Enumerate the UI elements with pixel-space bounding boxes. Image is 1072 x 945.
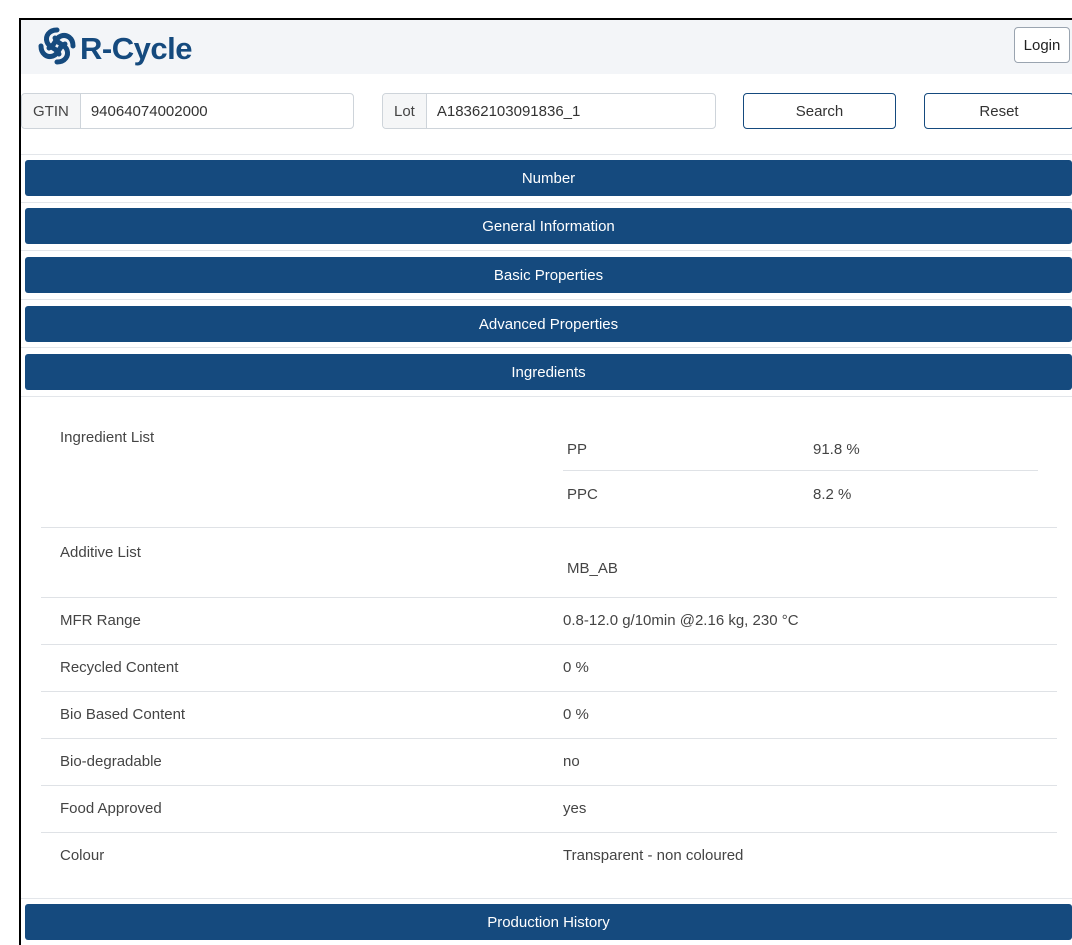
property-row-bio-degradable: Bio-degradable no <box>41 739 1057 786</box>
gtin-input-group: GTIN <box>21 93 354 129</box>
brand-name: R-Cycle <box>80 30 192 66</box>
page-frame: R-Cycle Login GTIN Lot Search Reset Numb… <box>0 0 1072 945</box>
reset-button[interactable]: Reset <box>924 93 1072 129</box>
property-label: Colour <box>60 847 105 864</box>
lot-input-group: Lot <box>382 93 716 129</box>
ingredient-name: PP <box>567 441 588 458</box>
ingredient-percent: 91.8 % <box>813 441 860 458</box>
ingredients-panel: Ingredient List PP 91.8 % PPC 8.2 % Addi… <box>41 410 1057 880</box>
ingredient-name: PPC <box>567 486 598 503</box>
section-divider <box>21 396 1072 397</box>
lot-input[interactable] <box>426 94 715 128</box>
section-advanced-properties-header[interactable]: Advanced Properties <box>25 306 1072 342</box>
ingredient-list-label: Ingredient List <box>60 429 155 446</box>
section-divider <box>21 250 1072 251</box>
search-button[interactable]: Search <box>743 93 896 129</box>
section-general-information-header[interactable]: General Information <box>25 208 1072 244</box>
ingredient-list-row: Ingredient List PP 91.8 % PPC 8.2 % <box>41 410 1057 528</box>
property-label: Food Approved <box>60 800 162 817</box>
property-label: Bio Based Content <box>60 706 186 723</box>
ingredient-item: PPC 8.2 % <box>563 471 1038 516</box>
section-divider <box>21 347 1072 348</box>
property-label: Bio-degradable <box>60 753 162 770</box>
property-value: Transparent - non coloured <box>563 847 744 864</box>
ingredient-table: PP 91.8 % PPC 8.2 % <box>563 426 1038 516</box>
additive-item: MB_AB <box>567 560 618 577</box>
section-production-history-header[interactable]: Production History <box>25 904 1072 940</box>
additive-list-row: Additive List MB_AB <box>41 528 1057 598</box>
property-value: 0.8-12.0 g/10min @2.16 kg, 230 °C <box>563 612 799 629</box>
additive-list-label: Additive List <box>60 544 141 561</box>
property-row-food-approved: Food Approved yes <box>41 786 1057 833</box>
property-value: yes <box>563 800 587 817</box>
login-button[interactable]: Login <box>1014 27 1070 63</box>
section-divider <box>21 299 1072 300</box>
section-divider <box>21 154 1072 155</box>
property-value: no <box>563 753 580 770</box>
property-value: 0 % <box>563 659 589 676</box>
property-row-colour: Colour Transparent - non coloured <box>41 833 1057 880</box>
lot-label: Lot <box>383 94 427 128</box>
property-row-recycled-content: Recycled Content 0 % <box>41 645 1057 692</box>
section-number-header[interactable]: Number <box>25 160 1072 196</box>
gtin-label: GTIN <box>22 94 81 128</box>
gtin-input[interactable] <box>80 94 353 128</box>
ingredient-item: PP 91.8 % <box>563 426 1038 471</box>
property-label: MFR Range <box>60 612 141 629</box>
section-ingredients-header[interactable]: Ingredients <box>25 354 1072 390</box>
property-label: Recycled Content <box>60 659 179 676</box>
property-value: 0 % <box>563 706 589 723</box>
r-cycle-logo-icon <box>37 26 77 71</box>
section-basic-properties-header[interactable]: Basic Properties <box>25 257 1072 293</box>
frame-border-left <box>19 18 21 945</box>
section-divider <box>21 898 1072 899</box>
property-row-bio-based-content: Bio Based Content 0 % <box>41 692 1057 739</box>
brand-logo[interactable]: R-Cycle <box>37 26 192 71</box>
property-row-mfr-range: MFR Range 0.8-12.0 g/10min @2.16 kg, 230… <box>41 598 1057 645</box>
ingredient-percent: 8.2 % <box>813 486 852 503</box>
header: R-Cycle Login <box>21 20 1072 74</box>
section-divider <box>21 202 1072 203</box>
